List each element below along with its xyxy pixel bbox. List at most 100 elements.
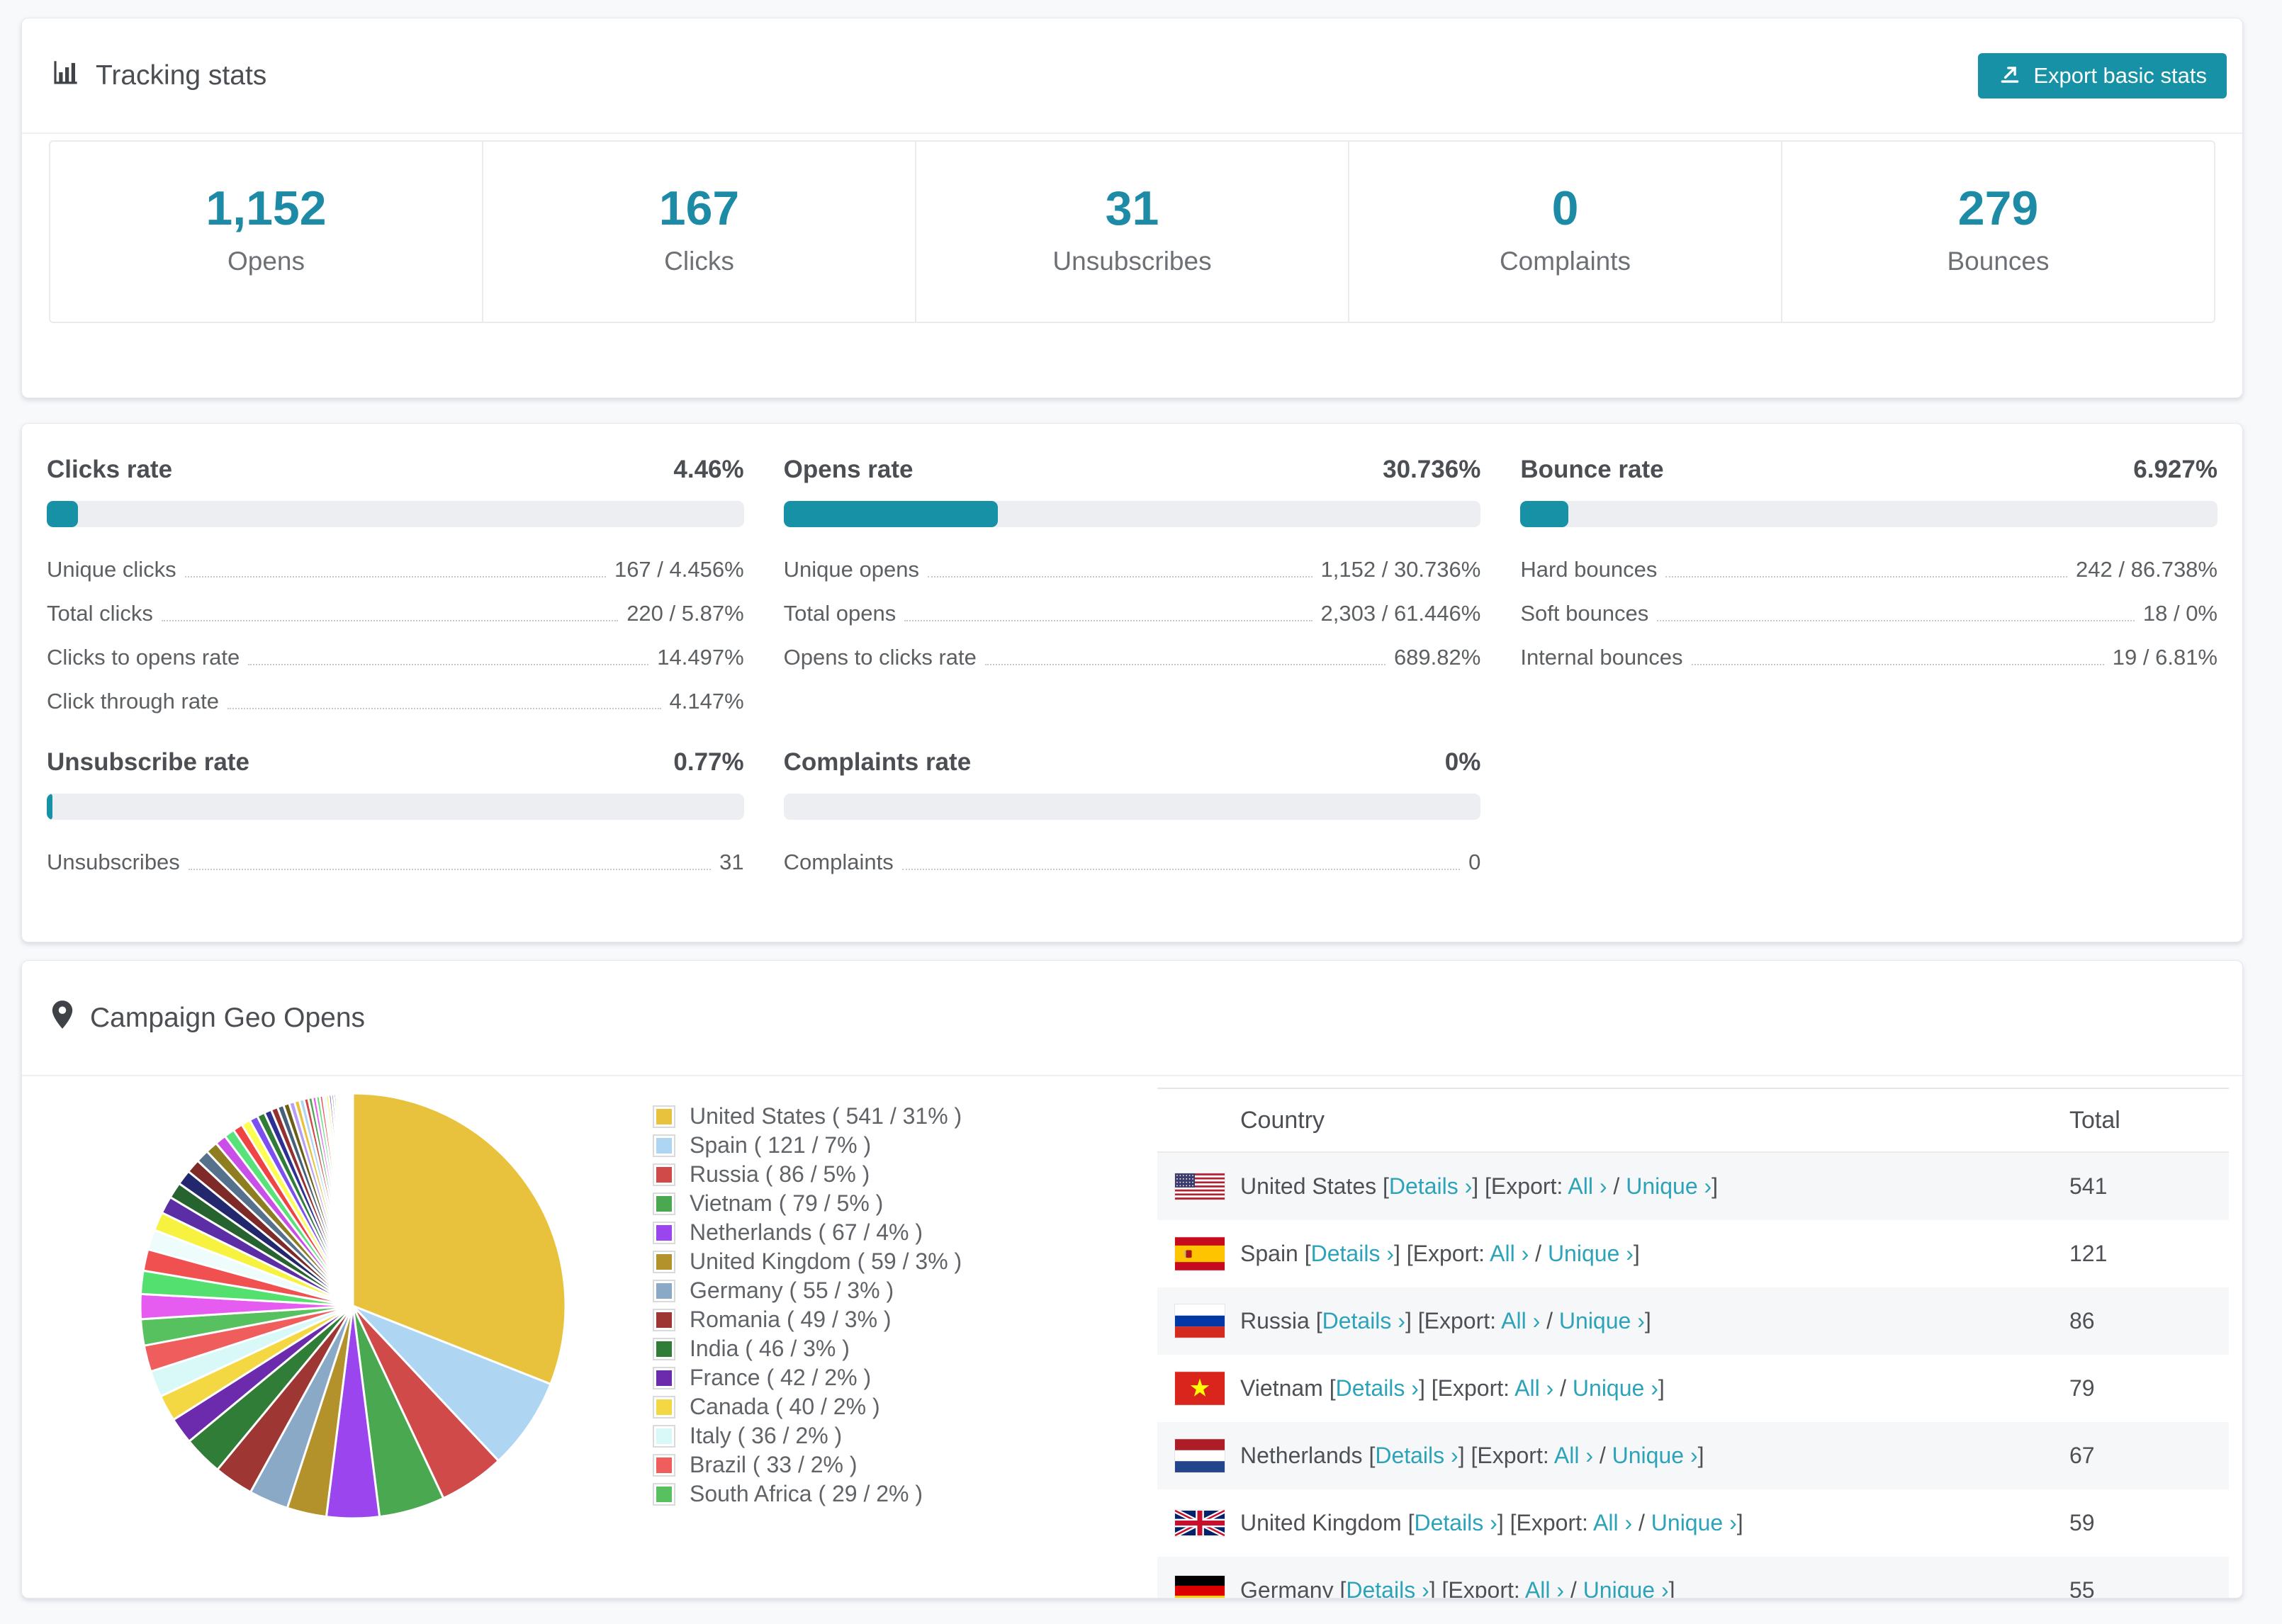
geo-table-row: United States [Details ›] [Export: All ›…	[1157, 1153, 2229, 1220]
legend-swatch	[653, 1134, 675, 1157]
total-column-header: Total	[2069, 1106, 2120, 1134]
legend-item: Canada ( 40 / 2% )	[653, 1392, 962, 1421]
country-name: United Kingdom	[1240, 1510, 1402, 1535]
rate-value: 6.927%	[2133, 456, 2218, 483]
details-link[interactable]: Details ›	[1311, 1241, 1394, 1266]
legend-swatch	[653, 1221, 675, 1244]
rate-row-value: 19 / 6.81%	[2112, 645, 2218, 670]
progress-bar-fill	[47, 794, 52, 820]
country-name: United States	[1240, 1173, 1377, 1199]
rate-row-value: 4.147%	[669, 689, 744, 714]
tracking-stats-title: Tracking stats	[96, 60, 267, 91]
summary-row: 1,152 Opens 167 Clicks 31 Unsubscribes 0…	[49, 140, 2215, 323]
flag-gb-icon	[1175, 1510, 1225, 1536]
legend-label: Canada ( 40 / 2% )	[690, 1394, 880, 1419]
geo-pie-chart	[139, 1092, 567, 1520]
export-all-link[interactable]: All ›	[1490, 1241, 1529, 1266]
legend-label: Russia ( 86 / 5% )	[690, 1161, 870, 1187]
legend-item: Romania ( 49 / 3% )	[653, 1305, 962, 1334]
legend-label: United Kingdom ( 59 / 3% )	[690, 1248, 962, 1274]
legend-item: Germany ( 55 / 3% )	[653, 1276, 962, 1305]
pie-slice-other-45[interactable]	[351, 1092, 354, 1307]
geo-content: United States ( 541 / 31% ) Spain ( 121 …	[22, 1076, 2242, 1598]
geo-table-row: Spain [Details ›] [Export: All › / Uniqu…	[1157, 1220, 2229, 1287]
legend-item: Brazil ( 33 / 2% )	[653, 1450, 962, 1479]
summary-label: Unsubscribes	[1052, 247, 1212, 276]
flag-us-icon	[1175, 1173, 1225, 1200]
rate-row-label: Unique opens	[783, 557, 919, 582]
export-all-link[interactable]: All ›	[1514, 1375, 1553, 1401]
rate-row-label: Internal bounces	[1520, 645, 1683, 670]
progress-bar-fill	[47, 501, 78, 527]
details-link[interactable]: Details ›	[1389, 1173, 1472, 1199]
details-link[interactable]: Details ›	[1336, 1375, 1419, 1401]
export-unique-link[interactable]: Unique ›	[1651, 1510, 1737, 1535]
dotted-leader	[927, 576, 1313, 577]
progress-bar-fill	[1520, 501, 1569, 527]
legend-item: Netherlands ( 67 / 4% )	[653, 1218, 962, 1247]
legend-swatch	[653, 1337, 675, 1360]
export-all-link[interactable]: All ›	[1554, 1443, 1593, 1468]
country-column-header: Country	[1240, 1106, 1325, 1134]
map-pin-icon	[50, 999, 74, 1037]
flag-es-icon	[1175, 1237, 1225, 1270]
bar-chart-icon	[50, 57, 80, 94]
summary-cell-bounces: 279 Bounces	[1782, 142, 2214, 322]
tracking-stats-card: Tracking stats Export basic stats 1,152 …	[21, 18, 2243, 398]
summary-cell-clicks: 167 Clicks	[483, 142, 916, 322]
export-all-link[interactable]: All ›	[1525, 1577, 1564, 1598]
rate-value: 0.77%	[673, 748, 744, 776]
export-unique-link[interactable]: Unique ›	[1626, 1173, 1712, 1199]
legend-swatch	[653, 1279, 675, 1302]
dotted-leader	[161, 620, 619, 621]
rate-row-value: 689.82%	[1393, 645, 1481, 670]
export-all-link[interactable]: All ›	[1593, 1510, 1632, 1535]
export-all-link[interactable]: All ›	[1568, 1173, 1607, 1199]
summary-value: 0	[1551, 181, 1579, 235]
rate-block: Opens rate 30.736% Unique opens 1,152 / …	[783, 456, 1481, 714]
export-unique-link[interactable]: Unique ›	[1548, 1241, 1634, 1266]
export-unique-link[interactable]: Unique ›	[1559, 1308, 1645, 1333]
geo-title: Campaign Geo Opens	[90, 1002, 366, 1033]
export-unique-link[interactable]: Unique ›	[1583, 1577, 1669, 1598]
flag-vn-icon	[1175, 1372, 1225, 1405]
rate-block: Clicks rate 4.46% Unique clicks 167 / 4.…	[47, 456, 744, 714]
rate-row-label: Complaints	[783, 850, 894, 874]
rate-row-label: Click through rate	[47, 689, 219, 714]
legend-label: South Africa ( 29 / 2% )	[690, 1481, 923, 1506]
export-unique-link[interactable]: Unique ›	[1573, 1375, 1658, 1401]
geo-title-row: Campaign Geo Opens	[50, 999, 365, 1037]
details-link[interactable]: Details ›	[1322, 1308, 1405, 1333]
flag-nl-icon	[1175, 1439, 1225, 1472]
rates-grid: Clicks rate 4.46% Unique clicks 167 / 4.…	[22, 424, 2242, 875]
legend-swatch	[653, 1192, 675, 1215]
country-name: Vietnam	[1240, 1375, 1323, 1401]
legend-item: Vietnam ( 79 / 5% )	[653, 1189, 962, 1218]
rate-value: 0%	[1444, 748, 1481, 776]
legend-label: United States ( 541 / 31% )	[690, 1103, 962, 1129]
export-basic-stats-button[interactable]: Export basic stats	[1978, 52, 2227, 98]
details-link[interactable]: Details ›	[1375, 1443, 1458, 1468]
legend-item: United Kingdom ( 59 / 3% )	[653, 1247, 962, 1276]
details-link[interactable]: Details ›	[1346, 1577, 1429, 1598]
dotted-leader	[1657, 620, 2135, 621]
rate-block: Bounce rate 6.927% Hard bounces 242 / 86…	[1520, 456, 2218, 714]
details-link[interactable]: Details ›	[1414, 1510, 1497, 1535]
geo-header: Campaign Geo Opens	[22, 961, 2242, 1076]
summary-value: 1,152	[206, 181, 327, 235]
rate-title: Bounce rate	[1520, 456, 1664, 483]
geo-legend: United States ( 541 / 31% ) Spain ( 121 …	[653, 1102, 962, 1509]
rate-detail-row: Unique clicks 167 / 4.456%	[47, 557, 744, 582]
flag-ru-icon	[1175, 1304, 1225, 1338]
geo-table-header: Country Total	[1157, 1089, 2229, 1153]
export-unique-link[interactable]: Unique ›	[1612, 1443, 1698, 1468]
rate-row-label: Opens to clicks rate	[783, 645, 977, 670]
country-total: 121	[2069, 1241, 2108, 1266]
summary-value: 279	[1957, 181, 2039, 235]
export-all-link[interactable]: All ›	[1501, 1308, 1540, 1333]
legend-swatch	[653, 1424, 675, 1448]
page-title: Tracking stats	[50, 57, 266, 94]
rate-row-label: Total clicks	[47, 601, 153, 626]
country-name: Germany	[1240, 1577, 1334, 1598]
summary-label: Bounces	[1947, 247, 2050, 276]
